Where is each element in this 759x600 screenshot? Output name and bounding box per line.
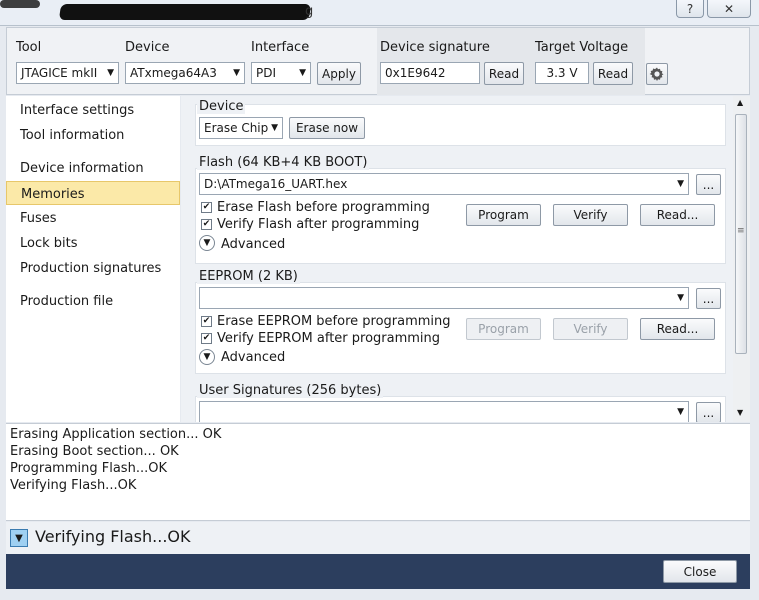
collapse-log-button[interactable]: ▼ xyxy=(10,529,28,547)
sidebar-item-production-file[interactable]: Production file xyxy=(6,289,180,313)
toolbar: Tool JTAGICE mkII ▼ Device ATxmega64A3 ▼… xyxy=(6,27,750,95)
eeprom-erase-before-label: Erase EEPROM before programming xyxy=(217,314,451,329)
signature-label: Device signature xyxy=(380,40,490,55)
tool-select-value: JTAGICE mkII xyxy=(21,66,98,80)
device-label: Device xyxy=(125,40,170,55)
eeprom-verify-button[interactable]: Verify xyxy=(553,318,628,340)
flash-erase-before-label: Erase Flash before programming xyxy=(217,200,430,215)
flash-verify-after-checkbox[interactable]: ✔ xyxy=(201,219,212,230)
flash-verify-after-label: Verify Flash after programming xyxy=(217,217,420,232)
chevron-down-icon: ▼ xyxy=(677,179,684,189)
chevron-down-icon: ▼ xyxy=(15,532,23,544)
content-scrollbar[interactable]: ▲ ≡ ▼ xyxy=(733,96,750,422)
interface-select[interactable]: PDI ▼ xyxy=(251,62,311,84)
grip-icon: ≡ xyxy=(737,226,745,236)
chevron-down-icon: ▼ xyxy=(677,293,684,303)
eeprom-erase-before-checkbox[interactable]: ✔ xyxy=(201,316,212,327)
scroll-up-icon[interactable]: ▲ xyxy=(737,98,743,107)
chevron-down-icon: ▼ xyxy=(233,68,240,78)
flash-verify-button[interactable]: Verify xyxy=(553,204,628,226)
usersig-browse-button[interactable]: ... xyxy=(696,402,721,422)
help-button[interactable]: ? xyxy=(676,0,704,18)
flash-group-title: Flash (64 KB+4 KB BOOT) xyxy=(197,155,370,170)
window-title: g xyxy=(305,4,314,19)
sidebar-item-production-signatures[interactable]: Production signatures xyxy=(6,256,180,280)
flash-browse-button[interactable]: ... xyxy=(696,174,721,195)
signature-field[interactable]: 0x1E9642 xyxy=(380,62,480,84)
chevron-down-icon: ▼ xyxy=(107,68,114,78)
flash-read-button[interactable]: Read... xyxy=(640,204,715,226)
eeprom-verify-after-checkbox[interactable]: ✔ xyxy=(201,333,212,344)
sidebar-item-tool-information[interactable]: Tool information xyxy=(6,123,180,147)
signature-read-button[interactable]: Read xyxy=(484,62,524,85)
title-bar: g ? ✕ xyxy=(0,0,759,26)
close-button[interactable]: Close xyxy=(663,560,737,583)
flash-file-value: D:\ATmega16_UART.hex xyxy=(204,177,348,191)
usersig-file-select[interactable]: ▼ xyxy=(199,401,689,422)
flash-advanced-label[interactable]: Advanced xyxy=(221,237,285,252)
device-group-title: Device xyxy=(197,99,246,114)
sidebar-item-fuses[interactable]: Fuses xyxy=(6,206,180,230)
sidebar: Interface settings Tool information Devi… xyxy=(6,96,180,422)
eeprom-verify-after-label: Verify EEPROM after programming xyxy=(217,331,441,346)
log-line: Erasing Application section... OK xyxy=(10,427,222,442)
device-select[interactable]: ATxmega64A3 ▼ xyxy=(125,62,245,84)
eeprom-browse-button[interactable]: ... xyxy=(696,288,721,309)
tool-label: Tool xyxy=(16,40,42,55)
flash-erase-before-checkbox[interactable]: ✔ xyxy=(201,202,212,213)
chevron-down-icon: ▼ xyxy=(677,407,684,417)
flash-program-button[interactable]: Program xyxy=(466,204,541,226)
expand-icon[interactable]: ▼ xyxy=(199,235,215,251)
redacted-title xyxy=(58,4,312,20)
eeprom-program-button[interactable]: Program xyxy=(466,318,541,340)
chevron-down-icon: ▼ xyxy=(271,123,278,133)
erase-mode-value: Erase Chip xyxy=(204,121,269,135)
status-bar: ▼ Verifying Flash...OK xyxy=(6,522,750,554)
sidebar-item-interface-settings[interactable]: Interface settings xyxy=(6,98,180,122)
interface-select-value: PDI xyxy=(256,66,277,80)
settings-button[interactable] xyxy=(646,63,668,85)
interface-label: Interface xyxy=(251,40,310,55)
sidebar-item-lock-bits[interactable]: Lock bits xyxy=(6,231,180,255)
scroll-down-icon[interactable]: ▼ xyxy=(737,408,743,417)
flash-file-select[interactable]: D:\ATmega16_UART.hex ▼ xyxy=(199,173,689,195)
gear-icon xyxy=(649,67,664,81)
voltage-label: Target Voltage xyxy=(535,40,629,55)
eeprom-read-button[interactable]: Read... xyxy=(640,318,715,340)
eeprom-file-select[interactable]: ▼ xyxy=(199,287,689,309)
memories-panel: Device Erase Chip ▼ Erase now Flash (64 … xyxy=(181,96,733,422)
voltage-field[interactable]: 3.3 V xyxy=(535,62,589,84)
chevron-down-icon: ▼ xyxy=(299,68,306,78)
sidebar-item-device-information[interactable]: Device information xyxy=(6,156,180,180)
erase-mode-select[interactable]: Erase Chip ▼ xyxy=(199,117,283,139)
apply-button[interactable]: Apply xyxy=(317,62,361,85)
log-line: Programming Flash...OK xyxy=(10,461,167,476)
status-text: Verifying Flash...OK xyxy=(35,527,191,546)
window-close-button[interactable]: ✕ xyxy=(707,0,751,18)
log-line: Erasing Boot section... OK xyxy=(10,444,179,459)
voltage-read-button[interactable]: Read xyxy=(593,62,633,85)
usersig-group-title: User Signatures (256 bytes) xyxy=(197,383,384,398)
tool-select[interactable]: JTAGICE mkII ▼ xyxy=(16,62,119,84)
redacted-title-mark xyxy=(0,0,40,8)
erase-now-button[interactable]: Erase now xyxy=(289,117,365,139)
device-select-value: ATxmega64A3 xyxy=(130,66,217,80)
log-line: Verifying Flash...OK xyxy=(10,478,137,493)
eeprom-advanced-label[interactable]: Advanced xyxy=(221,350,285,365)
footer: Close xyxy=(6,554,750,589)
expand-icon[interactable]: ▼ xyxy=(199,349,215,365)
sidebar-item-memories[interactable]: Memories xyxy=(6,181,180,205)
output-log: Erasing Application section... OK Erasin… xyxy=(6,423,750,521)
eeprom-group-title: EEPROM (2 KB) xyxy=(197,269,300,284)
